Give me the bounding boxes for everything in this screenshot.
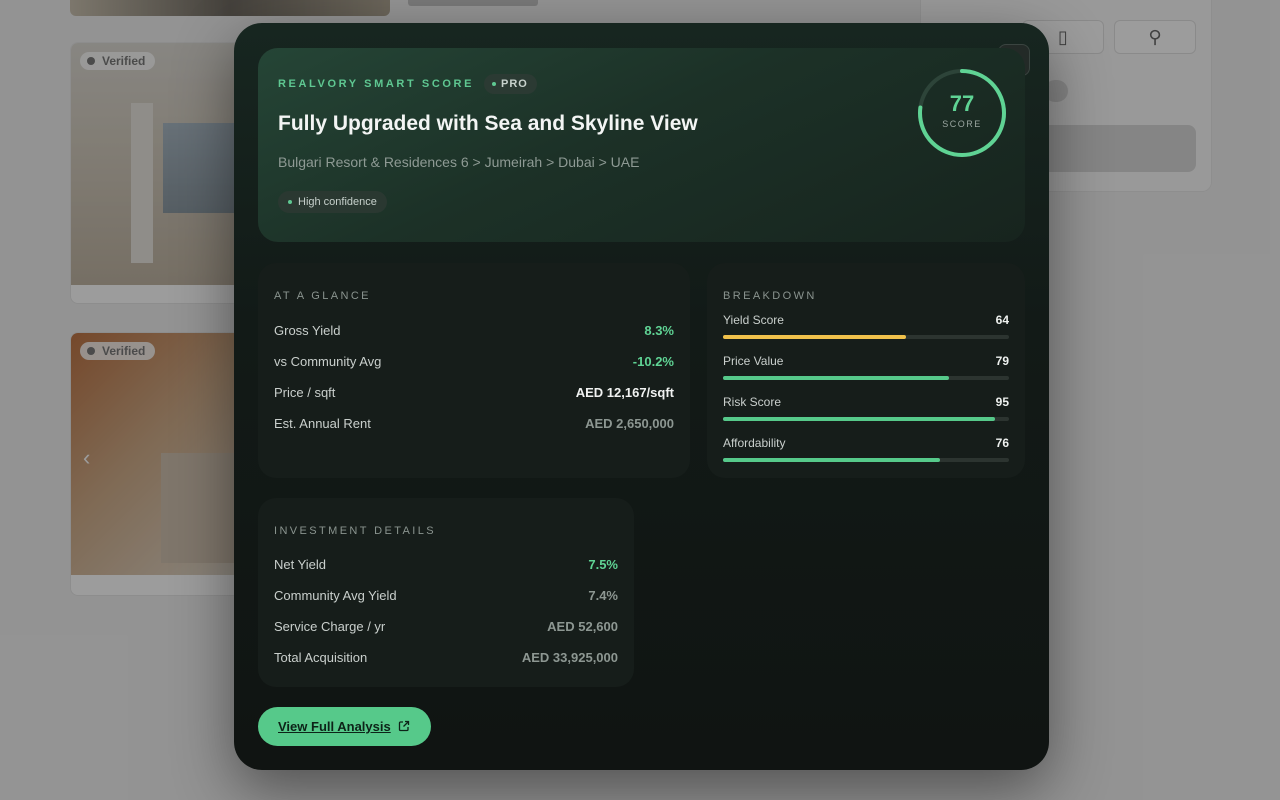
metric-label: Est. Annual Rent	[274, 415, 371, 431]
breakdown-label: Price Value	[723, 354, 784, 368]
metric-row: Gross Yield 8.3%	[274, 320, 674, 340]
breakdown-bar-fill	[723, 335, 907, 339]
metric-value: 7.5%	[588, 556, 618, 572]
listing-title: Fully Upgraded with Sea and Skyline View	[278, 112, 698, 135]
hero-eyebrow: REALVORY SMART SCORE	[278, 78, 475, 90]
hero-eyebrow-row: REALVORY SMART SCORE PRO	[278, 74, 537, 94]
breakdown-bar-fill	[723, 376, 949, 380]
breakdown-bar-fill	[723, 417, 995, 421]
breakdown-label: Risk Score	[723, 395, 782, 409]
breakdown-bar-track	[723, 376, 1009, 380]
score-value: 77	[949, 91, 975, 116]
metric-row: Community Avg Yield 7.4%	[274, 585, 618, 605]
investment-details-card: INVESTMENT DETAILS Net Yield 7.5% Commun…	[258, 498, 634, 687]
breakdown-bar-track	[723, 458, 1009, 462]
metric-value: 7.4%	[588, 587, 618, 603]
pro-badge: PRO	[484, 74, 537, 94]
breakdown-item: Yield Score 64	[723, 313, 1009, 349]
metric-value: AED 12,167/sqft	[575, 384, 674, 400]
breakdown-value: 76	[995, 436, 1009, 450]
view-full-analysis-button[interactable]: View Full Analysis	[258, 707, 431, 746]
breakdown-value: 95	[995, 395, 1009, 409]
metric-value: -10.2%	[632, 353, 674, 369]
at-a-glance-card: AT A GLANCE Gross Yield 8.3% vs Communit…	[258, 263, 690, 478]
cta-label: View Full Analysis	[278, 719, 391, 734]
metric-label: Total Acquisition	[274, 649, 368, 665]
score-label: SCORE	[942, 119, 982, 129]
metric-row: Price / sqft AED 12,167/sqft	[274, 382, 674, 402]
card-heading: BREAKDOWN	[723, 290, 817, 302]
metric-value: 8.3%	[644, 322, 674, 338]
metric-label: Price / sqft	[274, 384, 336, 400]
metric-label: Service Charge / yr	[274, 618, 386, 634]
breakdown-bar-track	[723, 417, 1009, 421]
breakdown-item: Price Value 79	[723, 354, 1009, 390]
breakdown-bar-fill	[723, 458, 941, 462]
metric-row: Total Acquisition AED 33,925,000	[274, 647, 618, 667]
breakdown-label: Yield Score	[723, 313, 784, 327]
metric-value: AED 33,925,000	[521, 649, 618, 665]
location-breadcrumb: Bulgari Resort & Residences 6 > Jumeirah…	[278, 154, 640, 170]
breakdown-value: 79	[995, 354, 1009, 368]
metric-row: Net Yield 7.5%	[274, 554, 618, 574]
breakdown-value: 64	[995, 313, 1009, 327]
breakdown-card: BREAKDOWN Yield Score 64 Price Value 79 …	[707, 263, 1025, 478]
smart-score-modal: ✕ REALVORY SMART SCORE PRO Fully Upgrade…	[234, 23, 1049, 770]
card-heading: INVESTMENT DETAILS	[274, 525, 436, 537]
confidence-badge: High confidence	[278, 191, 387, 213]
metric-label: Net Yield	[274, 556, 327, 572]
card-heading: AT A GLANCE	[274, 290, 371, 302]
metric-row: Est. Annual Rent AED 2,650,000	[274, 413, 674, 433]
breakdown-label: Affordability	[723, 436, 786, 450]
metric-value: AED 52,600	[547, 618, 618, 634]
metric-row: vs Community Avg -10.2%	[274, 351, 674, 371]
breakdown-bar-track	[723, 335, 1009, 339]
breakdown-item: Affordability 76	[723, 436, 1009, 472]
metric-value: AED 2,650,000	[585, 415, 674, 431]
external-link-icon	[398, 720, 410, 732]
score-hero: REALVORY SMART SCORE PRO Fully Upgraded …	[258, 48, 1025, 242]
metric-label: vs Community Avg	[274, 353, 382, 369]
metric-label: Community Avg Yield	[274, 587, 397, 603]
metric-label: Gross Yield	[274, 322, 341, 338]
metric-row: Service Charge / yr AED 52,600	[274, 616, 618, 636]
breakdown-item: Risk Score 95	[723, 395, 1009, 431]
